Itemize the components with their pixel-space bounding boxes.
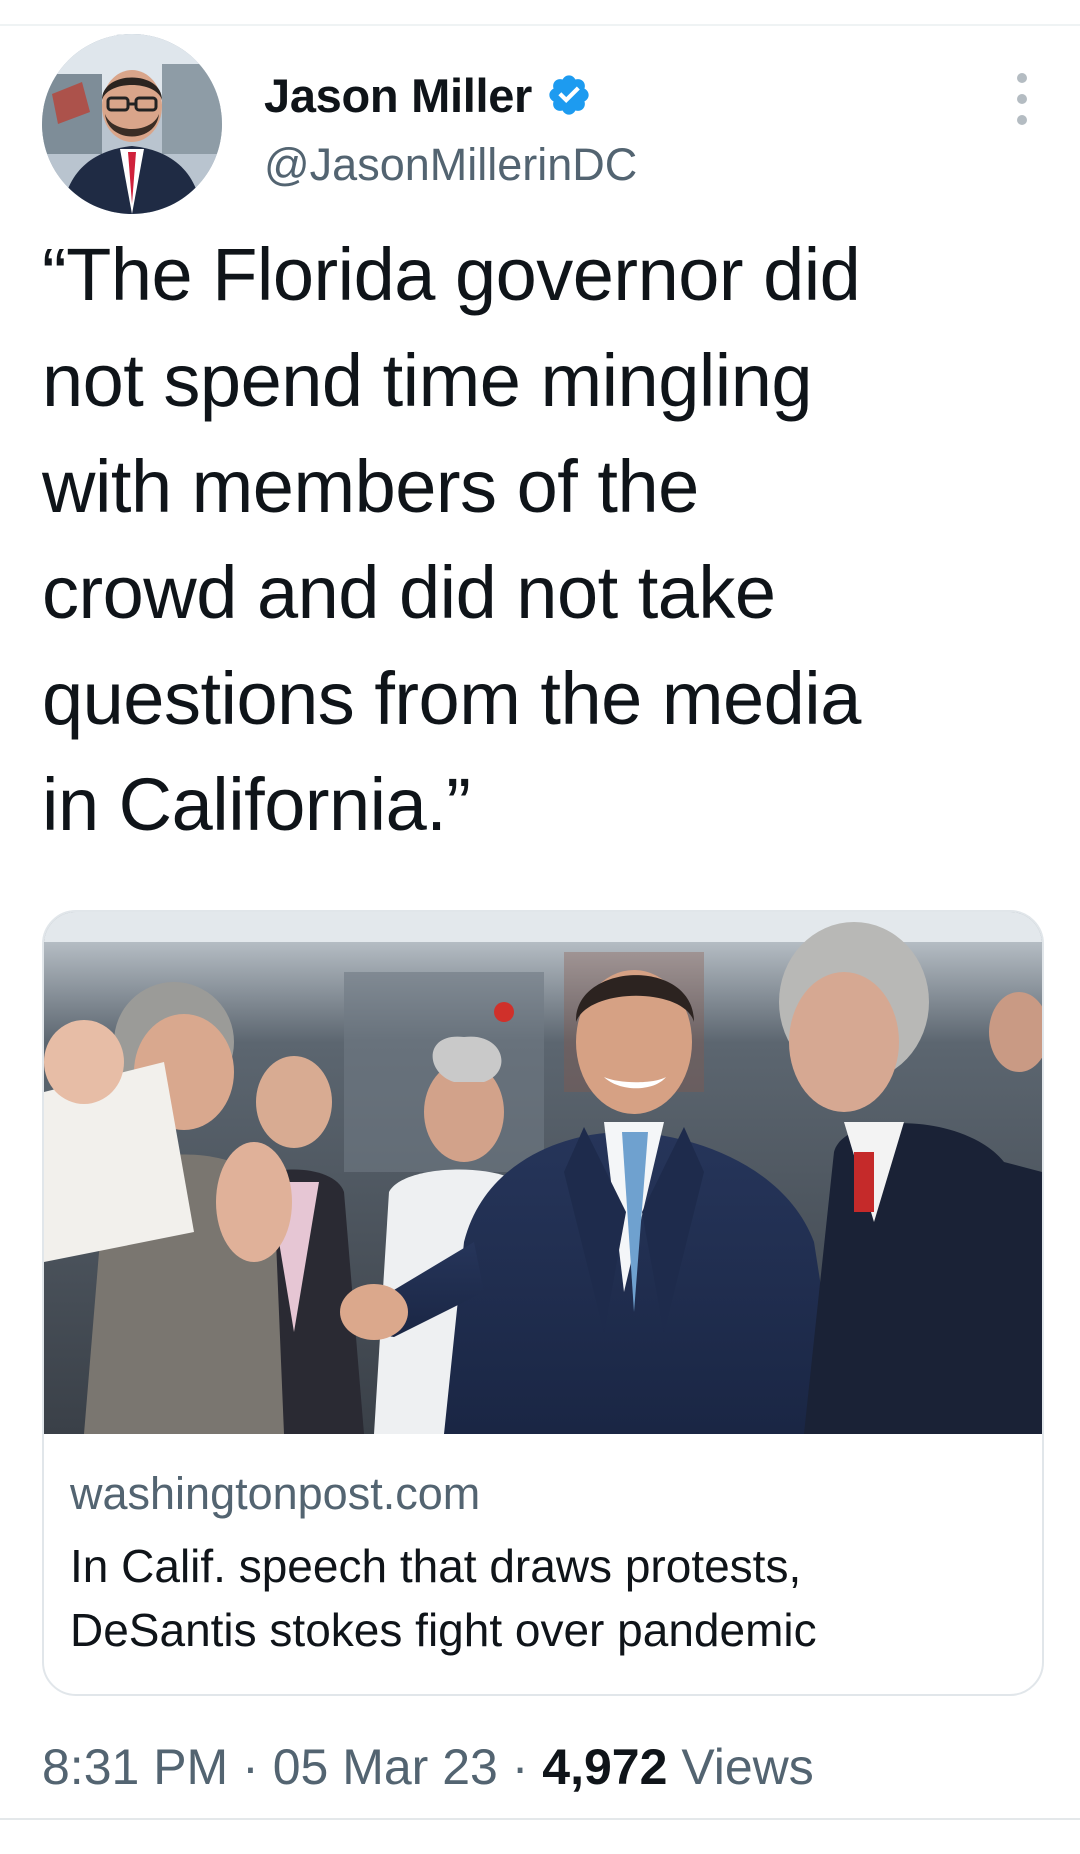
tweet-line: not spend time mingling — [42, 339, 813, 422]
tweet-line: questions from the media — [42, 657, 861, 740]
meta-separator: · — [242, 1739, 259, 1795]
tweet-line: in California.” — [42, 763, 471, 846]
meta-separator: · — [511, 1739, 529, 1795]
tweet-line: crowd and did not take — [42, 551, 776, 634]
card-title-line: In Calif. speech that draws protests, — [70, 1540, 802, 1592]
tweet-line: with members of the — [42, 445, 699, 528]
user-handle[interactable]: @JasonMillerinDC — [264, 139, 637, 191]
card-title-line: DeSantis stokes fight over pandemic — [70, 1604, 817, 1656]
top-divider — [0, 24, 1080, 26]
card-title[interactable]: In Calif. speech that draws protests, De… — [70, 1534, 1020, 1662]
views-label: Views — [681, 1739, 814, 1795]
article-photo — [44, 912, 1042, 1434]
tweet-date[interactable]: 05 Mar 23 — [273, 1739, 498, 1795]
avatar-photo — [42, 34, 222, 214]
card-domain[interactable]: washingtonpost.com — [70, 1468, 480, 1520]
tweet-time[interactable]: 8:31 PM — [42, 1739, 228, 1795]
avatar[interactable] — [42, 34, 222, 214]
bottom-divider — [0, 1818, 1080, 1820]
views-count[interactable]: 4,972 — [542, 1739, 667, 1795]
tweet-header: Jason Miller @JasonMillerinDC — [42, 34, 1042, 214]
tweet-line: “The Florida governor did — [42, 233, 861, 316]
more-options-icon[interactable] — [1002, 64, 1042, 134]
display-name[interactable]: Jason Miller — [264, 68, 532, 123]
verified-badge-icon — [546, 72, 592, 118]
tweet-text: “The Florida governor did not spend time… — [42, 222, 1042, 858]
name-row: Jason Miller — [264, 60, 592, 130]
link-card[interactable]: washingtonpost.com In Calif. speech that… — [42, 910, 1044, 1696]
tweet-meta: 8:31 PM · 05 Mar 23 · 4,972 Views — [42, 1738, 814, 1796]
